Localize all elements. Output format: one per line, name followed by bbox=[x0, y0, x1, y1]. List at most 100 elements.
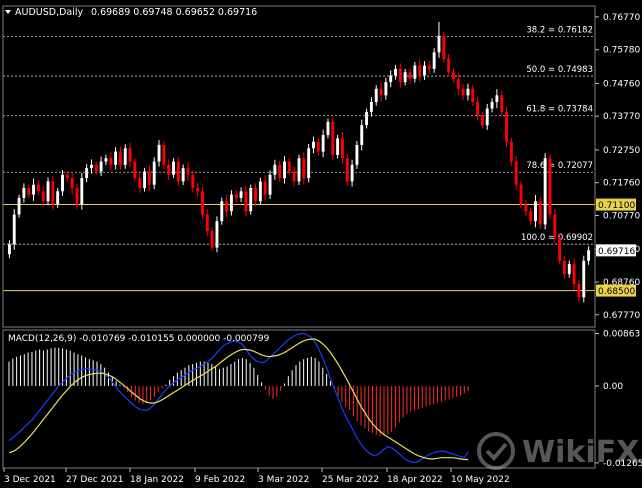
candle-bull[interactable] bbox=[215, 221, 219, 248]
candle-bull[interactable] bbox=[220, 201, 224, 222]
candle-bull[interactable] bbox=[384, 82, 388, 96]
candle-bear[interactable] bbox=[548, 158, 552, 215]
candle-bull[interactable] bbox=[413, 65, 417, 79]
candle-bull[interactable] bbox=[543, 158, 547, 225]
candle-bull[interactable] bbox=[152, 161, 156, 185]
candle-bull[interactable] bbox=[268, 174, 272, 195]
candle-bear[interactable] bbox=[316, 141, 320, 152]
candle-bull[interactable] bbox=[229, 194, 233, 212]
candle-bull[interactable] bbox=[90, 164, 93, 169]
candle-bull[interactable] bbox=[32, 184, 35, 195]
candle-bull[interactable] bbox=[273, 164, 277, 175]
candle-bull[interactable] bbox=[389, 75, 393, 83]
candle-bear[interactable] bbox=[442, 35, 446, 59]
candle-bear[interactable] bbox=[577, 283, 581, 298]
candle-bull[interactable] bbox=[326, 121, 330, 136]
candle-bear[interactable] bbox=[447, 58, 451, 73]
candle-bear[interactable] bbox=[191, 174, 195, 189]
candle-bear[interactable] bbox=[41, 191, 45, 202]
candle-bull[interactable] bbox=[56, 191, 60, 205]
candle-bear[interactable] bbox=[147, 171, 151, 185]
candle-bear[interactable] bbox=[418, 65, 422, 76]
candle-bull[interactable] bbox=[587, 250, 591, 261]
candle-bear[interactable] bbox=[500, 95, 504, 112]
candle-bear[interactable] bbox=[244, 191, 248, 212]
candle-bull[interactable] bbox=[369, 101, 373, 112]
candle-bull[interactable] bbox=[17, 197, 21, 215]
candle-bear[interactable] bbox=[27, 188, 31, 195]
candle-bear[interactable] bbox=[176, 161, 180, 182]
candle-bull[interactable] bbox=[99, 161, 103, 172]
candle-bear[interactable] bbox=[408, 72, 412, 79]
candle-bear[interactable] bbox=[456, 78, 460, 89]
candle-bull[interactable] bbox=[7, 244, 11, 255]
candle-bear[interactable] bbox=[109, 158, 113, 165]
candle-bear[interactable] bbox=[538, 201, 542, 225]
candle-bear[interactable] bbox=[398, 68, 402, 83]
candle-bear[interactable] bbox=[379, 88, 383, 96]
candle-bear[interactable] bbox=[186, 168, 190, 175]
candle-bull[interactable] bbox=[567, 264, 571, 275]
candle-bear[interactable] bbox=[345, 158, 349, 182]
candle-bull[interactable] bbox=[85, 168, 89, 179]
candle-bear[interactable] bbox=[210, 231, 214, 248]
candle-bear[interactable] bbox=[225, 201, 229, 212]
candle-bull[interactable] bbox=[172, 161, 175, 175]
candle-bear[interactable] bbox=[331, 121, 335, 155]
candle-bull[interactable] bbox=[307, 148, 311, 179]
candle-bull[interactable] bbox=[365, 111, 369, 126]
candle-bear[interactable] bbox=[302, 158, 306, 179]
candle-bull[interactable] bbox=[423, 65, 426, 76]
candle-bull[interactable] bbox=[321, 135, 325, 152]
candle-bull[interactable] bbox=[490, 101, 494, 109]
candle-bear[interactable] bbox=[278, 164, 282, 179]
candle-bull[interactable] bbox=[249, 188, 253, 212]
candle-bear[interactable] bbox=[138, 178, 142, 189]
candle-bull[interactable] bbox=[374, 88, 378, 102]
candle-bear[interactable] bbox=[70, 178, 74, 189]
candle-bear[interactable] bbox=[519, 184, 523, 205]
candle-bear[interactable] bbox=[476, 101, 480, 116]
candle-bull[interactable] bbox=[350, 164, 354, 182]
candle-bear[interactable] bbox=[509, 141, 513, 162]
candle-bear[interactable] bbox=[572, 264, 576, 284]
candle-bear[interactable] bbox=[514, 161, 518, 185]
candle-bear[interactable] bbox=[128, 148, 132, 162]
candle-bear[interactable] bbox=[234, 194, 238, 198]
candle-bear[interactable] bbox=[118, 151, 122, 165]
candle-bull[interactable] bbox=[394, 68, 397, 76]
candle-bear[interactable] bbox=[196, 188, 200, 192]
candle-bear[interactable] bbox=[287, 161, 291, 172]
candle-bear[interactable] bbox=[427, 65, 431, 69]
candle-bear[interactable] bbox=[451, 72, 455, 79]
candle-bull[interactable] bbox=[336, 138, 340, 155]
candle-bear[interactable] bbox=[75, 188, 79, 205]
candle-bear[interactable] bbox=[51, 181, 55, 205]
candle-bull[interactable] bbox=[22, 188, 26, 198]
candle-bear[interactable] bbox=[201, 191, 204, 215]
candle-bull[interactable] bbox=[312, 141, 315, 149]
candle-bear[interactable] bbox=[553, 214, 557, 238]
candle-bear[interactable] bbox=[292, 171, 296, 182]
candle-bull[interactable] bbox=[46, 181, 50, 202]
candle-bull[interactable] bbox=[297, 158, 301, 182]
candle-bull[interactable] bbox=[80, 178, 84, 205]
candle-bull[interactable] bbox=[12, 214, 16, 245]
candle-bull[interactable] bbox=[123, 148, 127, 165]
candle-bear[interactable] bbox=[563, 260, 566, 275]
candle-bear[interactable] bbox=[480, 115, 484, 126]
candle-bear[interactable] bbox=[254, 188, 258, 202]
candle-bull[interactable] bbox=[61, 174, 64, 192]
candle-bull[interactable] bbox=[258, 181, 262, 202]
candle-bear[interactable] bbox=[133, 161, 137, 179]
candle-bull[interactable] bbox=[495, 95, 499, 102]
candle-bull[interactable] bbox=[104, 158, 108, 162]
candle-bull[interactable] bbox=[283, 161, 286, 179]
candle-bear[interactable] bbox=[461, 88, 465, 96]
candle-bear[interactable] bbox=[36, 184, 40, 192]
candle-bear[interactable] bbox=[529, 211, 533, 222]
candle-bear[interactable] bbox=[94, 164, 98, 172]
candle-bull[interactable] bbox=[403, 72, 407, 83]
candle-bear[interactable] bbox=[524, 204, 528, 212]
candle-bear[interactable] bbox=[558, 237, 562, 261]
